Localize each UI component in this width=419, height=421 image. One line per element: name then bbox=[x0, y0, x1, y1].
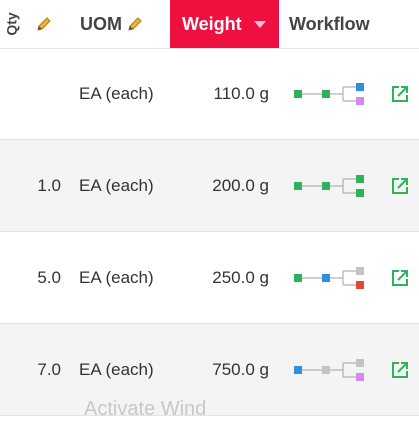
workflow-step-marker bbox=[356, 359, 364, 367]
grid-header: Qty UOM Weight Workflow bbox=[0, 0, 419, 49]
qty-cell: 1.0 bbox=[37, 176, 61, 195]
workflow-step-marker bbox=[294, 182, 302, 190]
table-row[interactable]: 5.0 EA (each) 250.0 g bbox=[0, 232, 419, 324]
table-row[interactable]: EA (each) 110.0 g bbox=[0, 48, 419, 140]
workflow-step-marker bbox=[294, 274, 302, 282]
weight-cell: 250.0 g bbox=[212, 268, 269, 287]
workflow-step-marker bbox=[356, 267, 364, 275]
workflow-step-marker bbox=[322, 366, 330, 374]
external-link-icon[interactable] bbox=[390, 84, 410, 104]
open-edit-cell[interactable] bbox=[390, 324, 412, 416]
external-link-icon[interactable] bbox=[390, 360, 410, 380]
workflow-step-marker bbox=[294, 90, 302, 98]
pencil-icon[interactable] bbox=[126, 15, 144, 33]
pencil-icon[interactable] bbox=[35, 15, 53, 33]
workflow-step-marker bbox=[322, 90, 330, 98]
workflow-step-marker bbox=[356, 373, 364, 381]
workflow-step-marker bbox=[322, 274, 330, 282]
workflow-cell[interactable] bbox=[293, 324, 373, 416]
activate-windows-watermark: Activate Wind bbox=[84, 398, 207, 420]
uom-cell: EA (each) bbox=[79, 176, 154, 195]
uom-header-label: UOM bbox=[80, 13, 122, 34]
weight-cell: 110.0 g bbox=[213, 84, 269, 103]
workflow-step-marker bbox=[356, 189, 364, 197]
workflow-cell[interactable] bbox=[293, 48, 373, 140]
column-header-workflow[interactable]: Workflow bbox=[279, 0, 419, 48]
qty-cell: 5.0 bbox=[37, 268, 61, 287]
uom-cell: EA (each) bbox=[79, 84, 154, 103]
workflow-step-marker bbox=[356, 83, 364, 91]
external-link-icon[interactable] bbox=[390, 176, 410, 196]
weight-header-label: Weight bbox=[182, 13, 242, 34]
uom-cell: EA (each) bbox=[79, 268, 154, 287]
workflow-header-label: Workflow bbox=[289, 13, 370, 34]
qty-cell: 7.0 bbox=[37, 360, 61, 379]
workflow-step-marker bbox=[294, 366, 302, 374]
workflow-step-marker bbox=[356, 175, 364, 183]
workflow-step-marker bbox=[322, 182, 330, 190]
table-row[interactable]: 1.0 EA (each) 200.0 g bbox=[0, 140, 419, 232]
table-row[interactable]: 7.0 EA (each) 750.0 g bbox=[0, 324, 419, 416]
open-edit-cell[interactable] bbox=[390, 48, 412, 140]
sort-caret-icon[interactable] bbox=[253, 20, 266, 28]
column-header-qty[interactable]: Qty bbox=[0, 0, 62, 48]
weight-cell: 200.0 g bbox=[212, 176, 269, 195]
workflow-status-icon[interactable] bbox=[293, 81, 367, 107]
column-header-uom[interactable]: UOM bbox=[66, 0, 170, 48]
workflow-cell[interactable] bbox=[293, 140, 373, 232]
workflow-step-marker bbox=[356, 281, 364, 289]
qty-cell bbox=[0, 48, 61, 140]
qty-header-label: Qty bbox=[3, 12, 20, 36]
workflow-status-icon[interactable] bbox=[293, 265, 367, 291]
product-grid: Qty UOM Weight Workflow EA (each) 110.0 g… bbox=[0, 0, 419, 420]
workflow-status-icon[interactable] bbox=[293, 357, 367, 383]
workflow-status-icon[interactable] bbox=[293, 173, 367, 199]
open-edit-cell[interactable] bbox=[390, 232, 412, 324]
open-edit-cell[interactable] bbox=[390, 140, 412, 232]
external-link-icon[interactable] bbox=[390, 268, 410, 288]
column-header-weight[interactable]: Weight bbox=[170, 0, 279, 48]
workflow-step-marker bbox=[356, 97, 364, 105]
workflow-cell[interactable] bbox=[293, 232, 373, 324]
